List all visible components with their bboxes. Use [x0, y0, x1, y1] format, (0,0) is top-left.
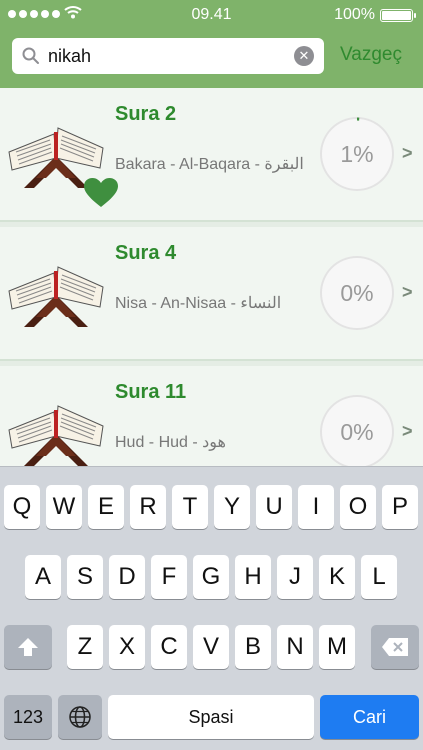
progress-percent: 1% — [340, 141, 374, 167]
search-input[interactable] — [48, 43, 288, 69]
key-u[interactable]: U — [256, 485, 292, 529]
key-g[interactable]: G — [193, 555, 229, 599]
space-key[interactable]: Spasi — [108, 695, 314, 739]
progress-percent: 0% — [340, 280, 374, 306]
sura-subtitle: Hud - Hud - هود — [115, 434, 226, 451]
key-v[interactable]: V — [193, 625, 229, 669]
key-y[interactable]: Y — [214, 485, 250, 529]
on-screen-keyboard: Q W E R T Y U I O P A S D F G H J K L Z … — [0, 466, 423, 750]
key-m[interactable]: M — [319, 625, 355, 669]
key-x[interactable]: X — [109, 625, 145, 669]
backspace-icon — [382, 638, 408, 656]
key-n[interactable]: N — [277, 625, 313, 669]
sura-title: Sura 4 — [115, 242, 177, 264]
chevron-right-icon[interactable]: > — [402, 421, 413, 442]
shift-key[interactable] — [4, 625, 52, 669]
key-t[interactable]: T — [172, 485, 208, 529]
chevron-right-icon[interactable]: > — [402, 143, 413, 164]
key-p[interactable]: P — [382, 485, 418, 529]
key-f[interactable]: F — [151, 555, 187, 599]
header: 09.41 100% ✕ Vazgeç — [0, 0, 423, 88]
key-b[interactable]: B — [235, 625, 271, 669]
sura-title: Sura 11 — [115, 381, 187, 403]
shift-icon — [18, 638, 38, 656]
key-a[interactable]: A — [25, 555, 61, 599]
progress-circle: 0% — [320, 256, 394, 330]
clear-search-icon[interactable]: ✕ — [294, 46, 314, 66]
key-h[interactable]: H — [235, 555, 271, 599]
key-d[interactable]: D — [109, 555, 145, 599]
key-j[interactable]: J — [277, 555, 313, 599]
globe-key[interactable] — [58, 695, 102, 739]
list-item[interactable]: Sura 4 Nisa - An-Nisaa - النساء 0% > — [0, 227, 423, 361]
key-e[interactable]: E — [88, 485, 124, 529]
key-i[interactable]: I — [298, 485, 334, 529]
backspace-key[interactable] — [371, 625, 419, 669]
progress-percent: 0% — [340, 419, 374, 445]
key-z[interactable]: Z — [67, 625, 103, 669]
progress-circle: 1% — [320, 117, 394, 191]
list-item[interactable]: Sura 2 Bakara - Al-Baqara - البقرة 1% > — [0, 88, 423, 222]
sura-list[interactable]: Sura 2 Bakara - Al-Baqara - البقرة 1% > … — [0, 88, 423, 466]
return-key[interactable]: Cari — [320, 695, 419, 739]
battery-icon — [380, 9, 416, 22]
numbers-key[interactable]: 123 — [4, 695, 52, 739]
key-l[interactable]: L — [361, 555, 397, 599]
sura-subtitle: Nisa - An-Nisaa - النساء — [115, 295, 282, 312]
quran-book-icon — [8, 405, 104, 466]
key-o[interactable]: O — [340, 485, 376, 529]
key-w[interactable]: W — [46, 485, 82, 529]
sura-subtitle: Bakara - Al-Baqara - البقرة — [115, 156, 304, 173]
favorite-heart-icon[interactable] — [84, 178, 118, 208]
key-c[interactable]: C — [151, 625, 187, 669]
cancel-button[interactable]: Vazgeç — [340, 44, 402, 66]
sura-title: Sura 2 — [115, 103, 177, 125]
status-bar: 09.41 100% — [0, 0, 423, 30]
quran-book-icon — [8, 266, 104, 327]
globe-icon — [69, 706, 91, 728]
key-q[interactable]: Q — [4, 485, 40, 529]
progress-circle: 0% — [320, 395, 394, 466]
search-icon — [22, 47, 39, 64]
key-k[interactable]: K — [319, 555, 355, 599]
search-bar[interactable]: ✕ — [12, 38, 324, 74]
chevron-right-icon[interactable]: > — [402, 282, 413, 303]
list-item[interactable]: Sura 11 Hud - Hud - هود 0% > — [0, 366, 423, 466]
battery-percent: 100% — [334, 6, 375, 23]
key-r[interactable]: R — [130, 485, 166, 529]
key-s[interactable]: S — [67, 555, 103, 599]
